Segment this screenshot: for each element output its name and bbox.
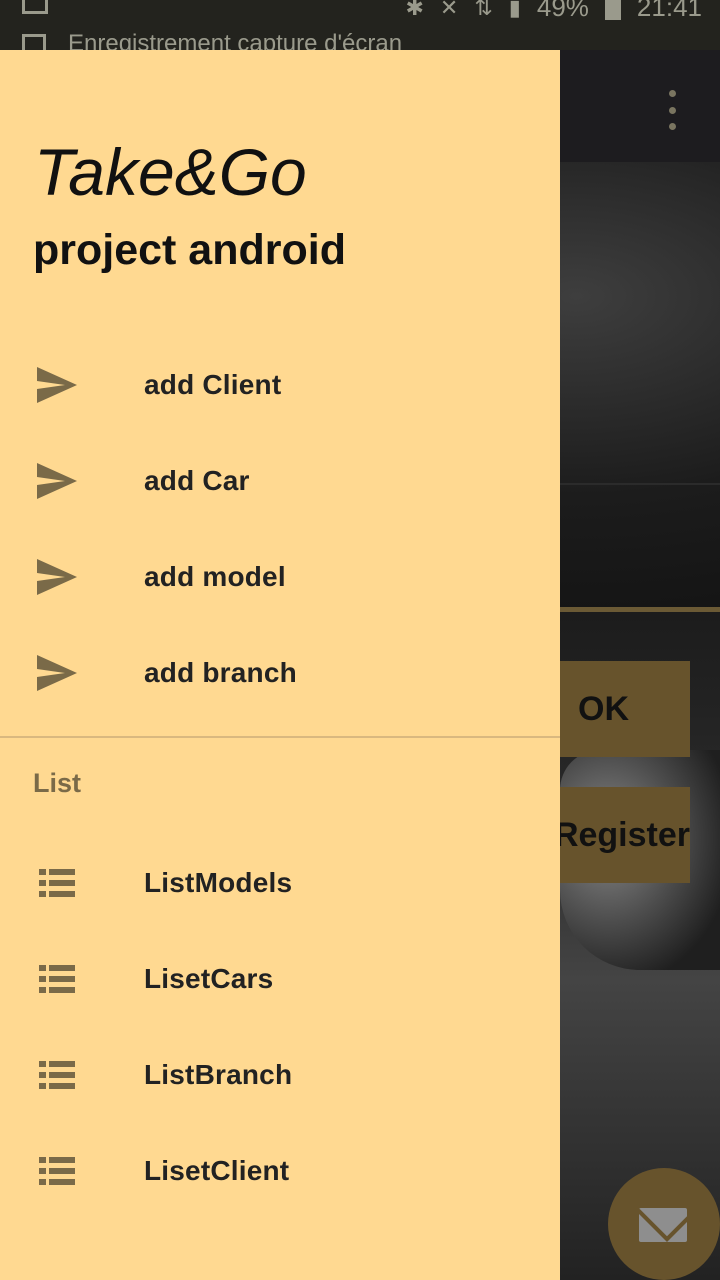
send-icon	[35, 653, 79, 693]
menu-item-add-car[interactable]: add Car	[0, 433, 560, 529]
menu-item-label: LisetCars	[144, 963, 274, 994]
menu-item-label: ListModels	[144, 867, 293, 898]
battery-percent: 49%	[536, 0, 589, 22]
menu-item-label: add Client	[144, 369, 282, 400]
ok-button[interactable]: OK	[560, 661, 690, 757]
menu-item-list-models[interactable]: ListModels	[0, 835, 560, 931]
send-icon	[35, 557, 79, 597]
section-header-list: List	[33, 768, 82, 798]
drawer-divider	[0, 736, 560, 738]
clock: 21:41	[636, 0, 702, 22]
menu-item-add-client[interactable]: add Client	[0, 337, 560, 433]
email-icon	[639, 1208, 687, 1242]
list-icon	[35, 959, 79, 999]
menu-item-label: add Car	[144, 465, 250, 496]
signal-icon: ▮	[508, 0, 521, 20]
list-icon	[35, 1151, 79, 1191]
navigation-drawer: Take&Go project android add Client add C…	[0, 50, 560, 1280]
register-button[interactable]: Register	[560, 787, 690, 883]
screenshot-icon	[22, 0, 48, 14]
menu-item-label: ListBranch	[144, 1059, 293, 1090]
drawer-subtitle: project android	[33, 226, 346, 274]
hero-divider	[560, 483, 720, 485]
email-fab[interactable]	[608, 1168, 720, 1280]
send-icon	[35, 461, 79, 501]
list-icon	[35, 863, 79, 903]
send-icon	[35, 365, 79, 405]
menu-item-list-branch[interactable]: ListBranch	[0, 1027, 560, 1123]
overflow-menu-icon[interactable]	[660, 90, 684, 130]
menu-item-list-cars[interactable]: LisetCars	[0, 931, 560, 1027]
menu-item-add-branch[interactable]: add branch	[0, 625, 560, 721]
bluetooth-icon: ✱	[405, 0, 424, 20]
status-bar: Enregistrement capture d'écran ✱ ✕ ⇅ ▮ 4…	[0, 0, 720, 57]
menu-item-list-client[interactable]: LisetClient	[0, 1123, 560, 1219]
menu-item-add-model[interactable]: add model	[0, 529, 560, 625]
battery-icon	[604, 0, 621, 20]
mute-icon: ✕	[439, 0, 459, 20]
menu-item-label: add branch	[144, 657, 297, 688]
data-icon: ⇅	[474, 0, 493, 20]
menu-item-label: LisetClient	[144, 1155, 290, 1186]
menu-item-label: add model	[144, 561, 286, 592]
drawer-title: Take&Go	[34, 135, 307, 209]
status-icons: ✱ ✕ ⇅ ▮ 49% 21:41	[405, 0, 702, 23]
list-icon	[35, 1055, 79, 1095]
notification-check-icon	[22, 34, 46, 50]
